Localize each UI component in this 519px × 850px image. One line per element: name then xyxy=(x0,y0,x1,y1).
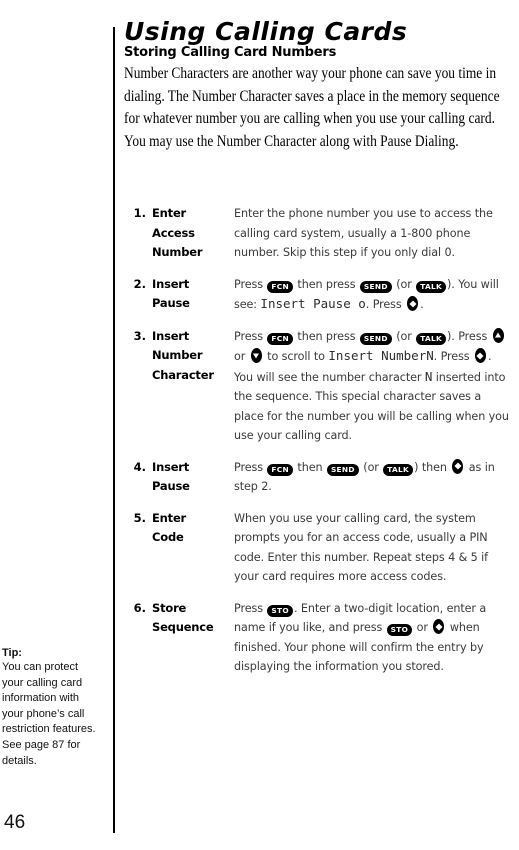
step-description: Press STO. Enter a two-digit location, e… xyxy=(234,599,512,677)
step-number: 3. xyxy=(133,328,146,343)
step-text: (or xyxy=(359,460,383,474)
list-item: 2. Insert Pause Press FCN then press SEN… xyxy=(130,275,519,315)
number-character-glyph: N xyxy=(426,348,434,363)
step-label-line: Insert xyxy=(152,276,190,291)
lcd-display-text: Insert Number xyxy=(328,348,427,363)
step-label: Enter Access Number xyxy=(152,204,228,263)
section-heading: Storing Calling Card Numbers xyxy=(124,45,337,60)
step-text: . xyxy=(420,298,424,311)
step-number: 6. xyxy=(133,600,146,615)
step-description: Press FCN then press SEND (or TALK). Pre… xyxy=(234,327,512,446)
step-text: . Press xyxy=(433,350,473,363)
step-label-line: Insert xyxy=(152,459,190,474)
step-text: or xyxy=(413,621,432,634)
step-text: (or xyxy=(392,277,416,291)
step-label-line: Sequence xyxy=(152,620,214,634)
talk-key-icon: TALK xyxy=(383,463,414,476)
step-label: Store Sequence xyxy=(152,599,228,638)
step-label-line: Character xyxy=(152,367,214,382)
step-description: When you use your calling card, the syst… xyxy=(234,511,488,584)
step-text: Press xyxy=(234,277,267,291)
list-item: 4. Insert Pause Press FCN then SEND (or … xyxy=(130,458,519,497)
tip-heading: Tip: xyxy=(2,647,22,659)
step-description: Enter the phone number you use to access… xyxy=(234,207,493,259)
step-text: Press xyxy=(234,329,267,343)
step-text: . Press xyxy=(365,298,406,311)
step-label-line: Number xyxy=(152,245,203,259)
step-label-line: Access xyxy=(152,225,195,240)
step-label: Enter Code xyxy=(152,509,228,548)
scroll-down-key-icon xyxy=(250,348,262,363)
list-item: 1. Enter Access Number Enter the phone n… xyxy=(130,204,519,263)
step-label-line: Code xyxy=(152,530,184,544)
tip-body-text: You can protect your calling card inform… xyxy=(2,661,96,767)
step-label: Insert Number Character xyxy=(152,327,228,386)
section-intro-paragraph: Number Characters are another way your p… xyxy=(124,65,500,150)
step-description: Press FCN then press SEND (or TALK). You… xyxy=(234,275,512,315)
step-label: Insert Pause xyxy=(152,458,228,497)
step-number: 5. xyxy=(133,510,146,525)
page-number: 46 xyxy=(4,812,26,833)
list-item: 5. Enter Code When you use your calling … xyxy=(130,509,519,587)
select-key-icon xyxy=(407,296,419,311)
list-item: 6. Store Sequence Press STO. Enter a two… xyxy=(130,599,519,677)
talk-key-icon: TALK xyxy=(416,280,447,293)
step-text: ). Press xyxy=(447,329,491,343)
step-label-line: Pause xyxy=(152,296,190,310)
lcd-display-text: Insert Pause o xyxy=(260,296,366,311)
step-text: Press xyxy=(234,460,267,474)
step-label-line: Enter xyxy=(152,510,187,525)
step-text: or xyxy=(234,350,249,363)
step-text: Press xyxy=(234,601,267,615)
send-key-icon: SEND xyxy=(359,332,392,345)
step-text: then xyxy=(293,460,326,474)
step-label-line: Number xyxy=(152,348,203,362)
column-divider-rule xyxy=(113,27,115,833)
list-item: 3. Insert Number Character Press FCN the… xyxy=(130,327,519,446)
step-text: (or xyxy=(392,329,416,343)
send-key-icon: SEND xyxy=(326,463,359,476)
step-label-line: Insert xyxy=(152,328,190,343)
step-label-line: Pause xyxy=(152,479,190,493)
fcn-key-icon: FCN xyxy=(267,332,293,345)
step-text: then press xyxy=(293,329,359,343)
step-number: 4. xyxy=(133,459,146,474)
step-label: Insert Pause xyxy=(152,275,228,314)
step-text: to scroll to xyxy=(263,350,329,363)
send-key-icon: SEND xyxy=(359,280,392,293)
step-label-line: Enter xyxy=(152,206,187,220)
sto-key-icon: STO xyxy=(267,604,293,617)
steps-list: 1. Enter Access Number Enter the phone n… xyxy=(130,204,519,689)
select-key-icon xyxy=(433,619,445,634)
talk-key-icon: TALK xyxy=(416,332,447,345)
main-column: Storing Calling Card Numbers Number Char… xyxy=(124,44,516,153)
tip-sidebar: Tip: You can protect your calling card i… xyxy=(2,646,102,769)
step-text: then press xyxy=(293,277,359,291)
fcn-key-icon: FCN xyxy=(267,463,293,476)
sto-key-icon: STO xyxy=(386,624,413,636)
step-number: 2. xyxy=(133,276,146,291)
step-number: 1. xyxy=(133,206,146,220)
select-key-icon xyxy=(452,458,464,474)
page-title: Using Calling Cards xyxy=(124,16,408,46)
step-description: Press FCN then SEND (or TALK) then as in… xyxy=(234,458,512,497)
manual-page: Using Calling Cards Storing Calling Card… xyxy=(0,0,519,850)
fcn-key-icon: FCN xyxy=(267,280,293,293)
select-key-icon xyxy=(474,348,486,363)
step-text: ) then xyxy=(414,460,451,474)
step-label-line: Store xyxy=(152,600,187,615)
scroll-up-key-icon xyxy=(492,327,504,343)
